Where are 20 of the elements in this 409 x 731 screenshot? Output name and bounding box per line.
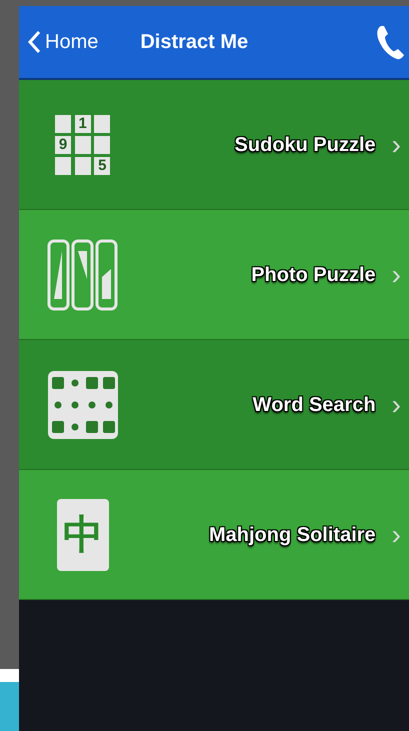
- row-label: Photo Puzzle: [251, 262, 376, 288]
- chevron: ›: [392, 520, 401, 548]
- letter-grid-icon: [47, 370, 119, 440]
- back-chevron-icon: [27, 30, 41, 54]
- menu-row[interactable]: 1 9 5 Sudoku Puzzle ›: [19, 80, 409, 210]
- menu-row[interactable]: 中 Mahjong Solitaire ›: [19, 470, 409, 600]
- nav-title: Distract Me: [140, 30, 248, 55]
- photo-strips-icon: [47, 238, 119, 310]
- row-label: Sudoku Puzzle: [234, 132, 376, 158]
- chevron: ›: [392, 260, 401, 288]
- phone-icon[interactable]: [375, 24, 405, 60]
- row-label: Word Search: [252, 392, 376, 418]
- row-label: Mahjong Solitaire: [208, 522, 376, 548]
- background-strip: [0, 669, 19, 682]
- chevron: ›: [392, 130, 401, 158]
- menu-row[interactable]: Word Search ›: [19, 340, 409, 470]
- back-button[interactable]: Home: [27, 27, 98, 57]
- menu-row[interactable]: Photo Puzzle ›: [19, 210, 409, 340]
- chevron: ›: [392, 390, 401, 418]
- mahjong-tile-icon: 中: [57, 498, 109, 570]
